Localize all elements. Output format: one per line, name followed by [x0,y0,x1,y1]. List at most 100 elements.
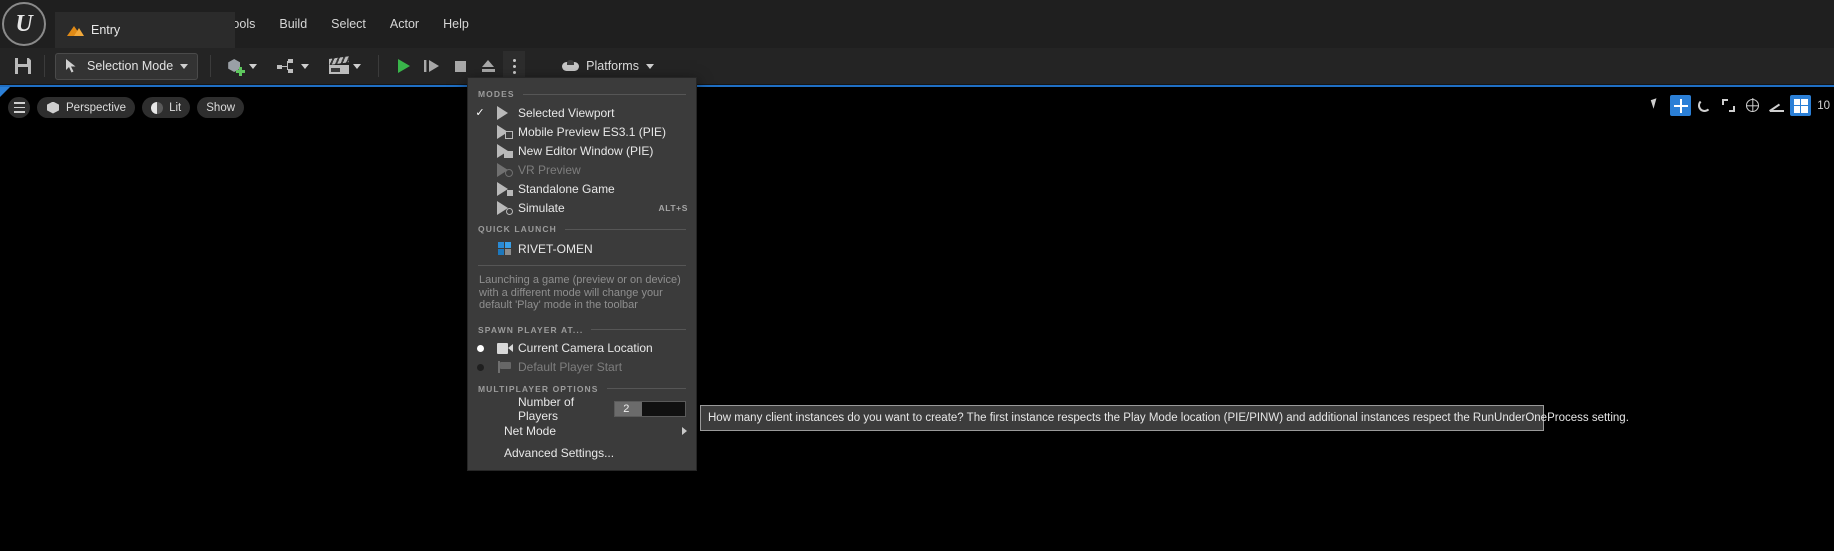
viewport-show-button[interactable]: Show [197,97,244,118]
section-rule [591,329,686,330]
viewport-toolbar-right: 10 [1646,95,1830,116]
menu-item-net-mode[interactable]: Net Mode [468,420,696,442]
advanced-settings-label: Advanced Settings... [504,446,614,460]
platforms-button[interactable]: Platforms [553,52,663,80]
skip-frame-button[interactable] [419,53,445,79]
unreal-editor-window: U File Edit Window Tools Build Select Ac… [0,0,1834,551]
clapperboard-icon [329,59,349,74]
player-start-icon [492,361,518,373]
menu-bar: U File Edit Window Tools Build Select Ac… [0,0,1834,48]
menu-item-label: Mobile Preview ES3.1 (PIE) [518,125,666,139]
add-cube-icon [228,58,245,74]
menu-item-label: New Editor Window (PIE) [518,144,653,158]
viewport-toolbar-left: Perspective Lit Show [8,97,244,118]
menu-item-advanced-settings[interactable]: Advanced Settings... [468,442,696,464]
menu-actor[interactable]: Actor [378,10,431,38]
chevron-down-icon [180,64,188,69]
menu-item-vr-preview: VR Preview [468,160,696,179]
unreal-logo-icon[interactable]: U [2,2,46,46]
grid-icon [1794,99,1808,113]
rotate-tool-button[interactable] [1694,95,1715,116]
menu-select[interactable]: Select [319,10,378,38]
menu-item-current-camera-location[interactable]: Current Camera Location [468,339,696,358]
menu-item-selected-viewport[interactable]: ✓ Selected Viewport [468,103,696,122]
menu-item-mobile-preview[interactable]: Mobile Preview ES3.1 (PIE) [468,122,696,141]
toolbar-divider-2 [210,55,211,77]
menu-item-label: VR Preview [518,163,581,177]
number-of-players-value: 2 [623,403,629,415]
chevron-down-icon [249,64,257,69]
chevron-down-icon [646,64,654,69]
section-header-modes: MODES [468,82,696,103]
tooltip-text: How many client instances do you want to… [708,412,1629,424]
cinematics-button[interactable] [324,52,366,80]
radio-unselected-icon [468,364,492,371]
play-mode-info-text: Launching a game (preview or on device) … [468,271,696,318]
play-mode-dropdown-menu: MODES ✓ Selected Viewport Mobile Preview… [467,77,697,471]
level-viewport[interactable]: Perspective Lit Show [0,85,1834,551]
camera-icon [492,343,518,354]
translate-tool-button[interactable] [1670,95,1691,116]
angle-snap-icon [1770,99,1784,112]
perspective-cube-icon [46,101,60,115]
section-label-quick-launch: QUICK LAUNCH [478,224,557,234]
play-viewport-icon [492,106,518,120]
menu-item-label: Standalone Game [518,182,615,196]
tab-entry[interactable]: Entry [55,12,235,48]
new-editor-window-icon [492,144,518,158]
submenu-arrow-icon [682,427,687,435]
selection-mode-label: Selection Mode [87,59,173,73]
save-button[interactable] [8,52,38,80]
menu-help[interactable]: Help [431,10,481,38]
menu-item-quick-launch-device[interactable]: RIVET-OMEN [468,238,696,260]
section-header-spawn-player: SPAWN PLAYER AT... [468,318,696,339]
selection-mode-button[interactable]: Selection Mode [55,53,198,80]
select-tool-button[interactable] [1646,95,1667,116]
menu-item-new-editor-window[interactable]: New Editor Window (PIE) [468,141,696,160]
check-icon: ✓ [468,106,492,119]
windows-icon [492,242,518,256]
number-of-players-input[interactable]: 2 [614,401,686,417]
menu-item-default-player-start: Default Player Start [468,358,696,377]
tab-strip: Entry [55,12,235,48]
menu-item-label: Current Camera Location [518,341,653,355]
mobile-preview-icon [492,125,518,139]
blueprints-button[interactable] [272,52,314,80]
move-icon [1674,99,1688,113]
add-actor-button[interactable] [223,52,262,80]
toolbar-divider-3 [378,55,379,77]
world-coordinate-button[interactable] [1742,95,1763,116]
eject-button[interactable] [475,53,501,79]
number-of-players-tooltip: How many client instances do you want to… [700,405,1544,431]
viewport-lit-label: Lit [169,102,181,114]
viewport-viewmode-button[interactable]: Lit [142,97,190,118]
grid-snap-button[interactable] [1790,95,1811,116]
viewport-perspective-label: Perspective [66,102,126,114]
menu-item-number-of-players[interactable]: Number of Players 2 [468,398,696,420]
scale-icon [1722,99,1735,112]
menu-item-simulate[interactable]: Simulate ALT+S [468,198,696,217]
gamepad-icon [562,60,579,72]
tab-entry-label: Entry [91,23,120,37]
camera-speed-value[interactable]: 10 [1817,100,1830,112]
play-button[interactable] [391,53,417,79]
menu-item-shortcut: ALT+S [658,203,688,213]
angle-snap-button[interactable] [1766,95,1787,116]
main-toolbar: Selection Mode [0,48,1834,85]
section-label-modes: MODES [478,89,515,99]
section-label-spawn-player: SPAWN PLAYER AT... [478,325,583,335]
toolbar-divider-1 [44,55,45,77]
viewport-perspective-button[interactable]: Perspective [37,97,135,118]
scale-tool-button[interactable] [1718,95,1739,116]
menu-build[interactable]: Build [267,10,319,38]
section-header-quick-launch: QUICK LAUNCH [468,217,696,238]
radio-selected-icon [468,345,492,352]
save-icon [15,58,31,74]
viewport-corner-marker [0,87,10,97]
rotate-icon [1698,99,1711,112]
stop-button[interactable] [447,53,473,79]
blueprint-icon [277,59,297,73]
lit-sphere-icon [151,102,163,114]
viewport-options-button[interactable] [8,97,30,118]
menu-item-standalone-game[interactable]: Standalone Game [468,179,696,198]
